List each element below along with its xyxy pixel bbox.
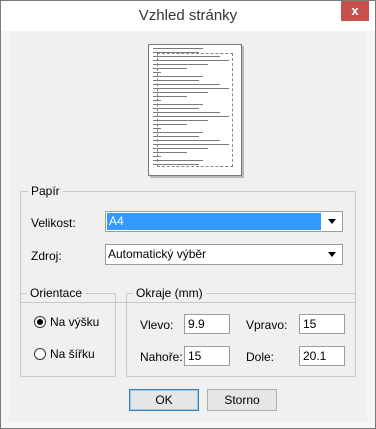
title-bar[interactable]: Vzhled stránky x (1, 1, 375, 31)
margins-group-label: Okraje (mm) (133, 286, 206, 300)
margin-right-label: Vpravo: (246, 318, 288, 332)
orientation-group: Orientace Na výšku Na šířku (20, 286, 116, 377)
page-preview-icon (148, 44, 242, 176)
size-dropdown-value: A4 (107, 213, 321, 230)
close-button[interactable]: x (341, 1, 369, 21)
dialog-title: Vzhled stránky (138, 7, 238, 24)
radio-unselected-icon (34, 348, 46, 360)
margin-bottom-label: Dole: (246, 350, 275, 364)
page-setup-dialog: Vzhled stránky x Papír Velikost: A4 Zdro… (0, 0, 376, 429)
margin-right-input[interactable]: 15 (299, 314, 345, 334)
chevron-down-icon[interactable] (323, 212, 342, 231)
margin-left-input[interactable]: 9.9 (184, 314, 230, 334)
cancel-button[interactable]: Storno (207, 389, 277, 411)
landscape-label: Na šířku (50, 347, 95, 361)
source-dropdown-value: Automatický výběr (108, 247, 207, 261)
margins-group: Okraje (mm) Vlevo: 9.9 Vpravo: 15 Nahoře… (126, 286, 356, 377)
close-icon: x (351, 3, 359, 18)
landscape-radio[interactable]: Na šířku (34, 347, 95, 361)
preview-text-lines (153, 48, 237, 168)
source-dropdown[interactable]: Automatický výběr (105, 244, 343, 265)
size-label: Velikost: (31, 216, 76, 230)
portrait-label: Na výšku (50, 315, 100, 329)
orientation-group-label: Orientace (27, 286, 86, 300)
margin-top-input[interactable]: 15 (184, 346, 230, 366)
margin-top-label: Nahoře: (140, 350, 183, 364)
size-dropdown[interactable]: A4 (105, 211, 343, 232)
paper-group-label: Papír (28, 184, 63, 198)
radio-selected-icon (34, 316, 46, 328)
ok-button[interactable]: OK (129, 389, 199, 411)
source-label: Zdroj: (31, 249, 62, 263)
portrait-radio[interactable]: Na výšku (34, 315, 99, 329)
margin-bottom-input[interactable]: 20.1 (299, 346, 345, 366)
margin-left-label: Vlevo: (140, 318, 174, 332)
dialog-body: Papír Velikost: A4 Zdroj: Automatický vý… (9, 31, 367, 422)
chevron-down-icon[interactable] (323, 245, 342, 264)
